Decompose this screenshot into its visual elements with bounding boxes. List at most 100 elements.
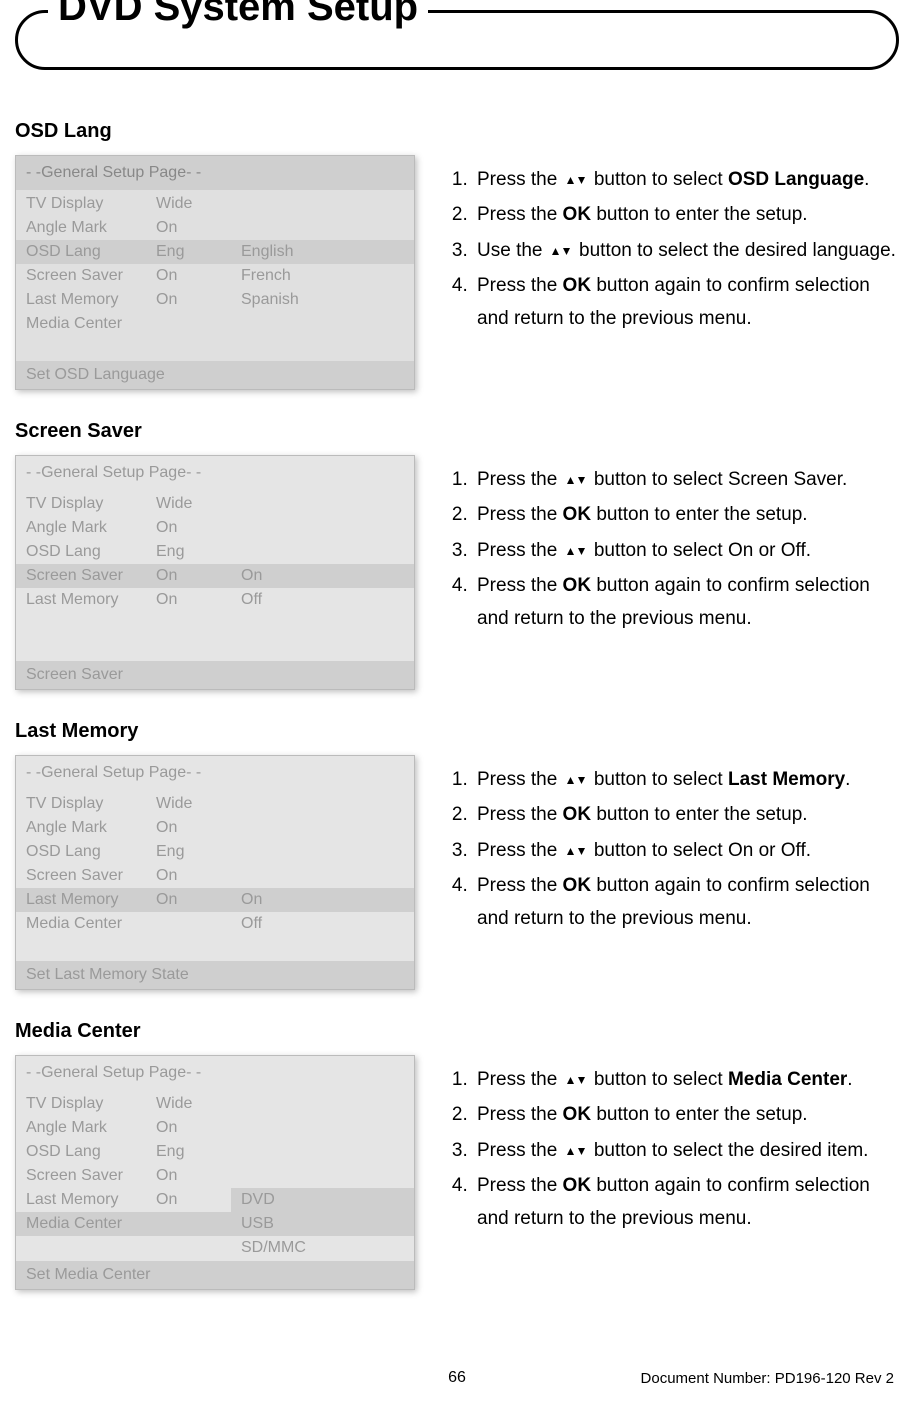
menu-row: Screen SaverOnOn xyxy=(16,564,414,588)
setup-menu-screenshot: - -General Setup Page- -TV DisplayWideAn… xyxy=(15,155,415,390)
menu-row: Last MemoryOnOff xyxy=(16,588,414,612)
step-item: Press the OK button to enter the setup. xyxy=(473,198,899,231)
step-item: Press the button to select Screen Saver. xyxy=(473,463,899,496)
menu-item-value: On xyxy=(156,891,241,909)
menu-item-value: On xyxy=(156,1167,241,1185)
menu-item-value: On xyxy=(156,567,241,585)
menu-item-label: TV Display xyxy=(26,195,156,213)
menu-item-label: TV Display xyxy=(26,495,156,513)
menu-item-label: Screen Saver xyxy=(26,267,156,285)
menu-item-value: On xyxy=(156,819,241,837)
menu-item-label: OSD Lang xyxy=(26,543,156,561)
menu-item-label: Media Center xyxy=(26,315,156,333)
menu-item-value: Eng xyxy=(156,1143,241,1161)
step-item: Press the OK button to enter the setup. xyxy=(473,1098,899,1131)
menu-row xyxy=(16,612,414,636)
step-item: Press the OK button to enter the setup. xyxy=(473,798,899,831)
menu-item-label: OSD Lang xyxy=(26,843,156,861)
menu-item-option: On xyxy=(231,564,414,588)
up-down-arrow-icon xyxy=(565,841,587,862)
setup-menu-screenshot: - -General Setup Page- -TV DisplayWide An… xyxy=(15,755,415,990)
up-down-arrow-icon xyxy=(565,470,587,491)
menu-item-value: On xyxy=(156,291,241,309)
up-down-arrow-icon xyxy=(565,170,587,191)
menu-list: TV DisplayWideAngle MarkOnOSD LangEngScr… xyxy=(16,490,414,638)
menu-row: OSD LangEng xyxy=(16,540,414,564)
menu-item-label: OSD Lang xyxy=(26,243,156,261)
menu-row: Media Center xyxy=(16,312,414,336)
menu-row: OSD LangEng xyxy=(16,840,414,864)
menu-title: - -General Setup Page- - xyxy=(16,756,414,790)
menu-item-label: Last Memory xyxy=(26,291,156,309)
section-ss: Screen Saver - -General Setup Page- - TV D… xyxy=(15,420,899,690)
menu-item-label: Last Memory xyxy=(26,891,156,909)
menu-row: Screen SaverOnFrench xyxy=(16,264,414,288)
menu-item-label: Angle Mark xyxy=(26,519,156,537)
up-down-arrow-icon xyxy=(565,1070,587,1091)
menu-item-value: Eng xyxy=(156,243,241,261)
menu-footer: Screen Saver xyxy=(16,661,414,689)
menu-row: Angle MarkOn xyxy=(16,1116,414,1140)
up-down-arrow-icon xyxy=(550,241,572,262)
menu-row: OSD LangEng xyxy=(16,1140,414,1164)
step-item: Press the button to select On or Off. xyxy=(473,834,899,867)
menu-item-value: Wide xyxy=(156,195,241,213)
section-heading: Screen Saver xyxy=(15,420,899,443)
step-item: Press the button to select Media Center. xyxy=(473,1063,899,1096)
menu-footer: Set Last Memory State xyxy=(16,961,414,989)
menu-item-value: On xyxy=(156,1119,241,1137)
menu-title: - -General Setup Page- - xyxy=(16,456,414,490)
menu-list: TV DisplayWideAngle MarkOnOSD LangEngScr… xyxy=(16,1090,414,1286)
menu-list: TV DisplayWideAngle MarkOnOSD LangEngEng… xyxy=(16,190,414,338)
menu-title: - -General Setup Page- - xyxy=(16,156,414,190)
menu-row: Media Center Off xyxy=(16,912,414,936)
section-osd: OSD Lang- -General Setup Page- -TV Displ… xyxy=(15,120,899,390)
menu-item-value: On xyxy=(156,519,241,537)
menu-item-label: TV Display xyxy=(26,1095,156,1113)
menu-item-value: On xyxy=(156,867,241,885)
menu-item-value: Eng xyxy=(156,843,241,861)
menu-item-option: DVD xyxy=(231,1188,414,1212)
section-heading: OSD Lang xyxy=(15,120,899,143)
menu-item-label: Angle Mark xyxy=(26,219,156,237)
section-heading: Last Memory xyxy=(15,720,899,743)
menu-row: TV DisplayWide xyxy=(16,792,414,816)
menu-item-label: Media Center xyxy=(26,1215,156,1233)
menu-list: TV DisplayWideAngle MarkOnOSD LangEngScr… xyxy=(16,790,414,938)
menu-item-label: Last Memory xyxy=(26,1191,156,1209)
menu-item-option: Off xyxy=(241,915,404,933)
menu-row: TV DisplayWide xyxy=(16,1092,414,1116)
step-item: Press the OK button again to confirm sel… xyxy=(473,1169,899,1236)
menu-item-label: TV Display xyxy=(26,795,156,813)
setup-menu-screenshot: - -General Setup Page- -TV DisplayWideAn… xyxy=(15,455,415,690)
menu-item-value: On xyxy=(156,219,241,237)
menu-row: SD/MMC xyxy=(16,1236,414,1260)
menu-item-option: SD/MMC xyxy=(241,1239,404,1257)
menu-row: TV DisplayWide xyxy=(16,192,414,216)
menu-row: Screen SaverOn xyxy=(16,864,414,888)
menu-item-option: Spanish xyxy=(241,291,404,309)
menu-footer: Set OSD Language xyxy=(16,361,414,389)
menu-item-value: On xyxy=(156,591,241,609)
menu-item-label: Media Center xyxy=(26,915,156,933)
menu-item-value: Eng xyxy=(156,543,241,561)
section-lm: Last Memory- -General Setup Page- -TV Di… xyxy=(15,720,899,990)
up-down-arrow-icon xyxy=(565,541,587,562)
menu-item-label: Last Memory xyxy=(26,591,156,609)
step-item: Press the button to select OSD Language. xyxy=(473,163,899,196)
menu-item-value: On xyxy=(156,1191,241,1209)
menu-item-option: USB xyxy=(241,1215,404,1233)
menu-item-label: Screen Saver xyxy=(26,567,156,585)
menu-item-label: Screen Saver xyxy=(26,867,156,885)
page-title-box: DVD System Setup xyxy=(15,10,899,70)
menu-row: Angle MarkOn xyxy=(16,516,414,540)
menu-item-option: Off xyxy=(241,591,404,609)
menu-item-option: On xyxy=(231,888,414,912)
menu-row: OSD LangEngEnglish xyxy=(16,240,414,264)
menu-item-label: Angle Mark xyxy=(26,819,156,837)
menu-item-value: On xyxy=(156,267,241,285)
menu-row: Media Center USB xyxy=(16,1212,414,1236)
step-item: Press the OK button again to confirm sel… xyxy=(473,869,899,936)
section-heading: Media Center xyxy=(15,1020,899,1043)
setup-menu-screenshot: - -General Setup Page- -TV DisplayWideAn… xyxy=(15,1055,415,1290)
